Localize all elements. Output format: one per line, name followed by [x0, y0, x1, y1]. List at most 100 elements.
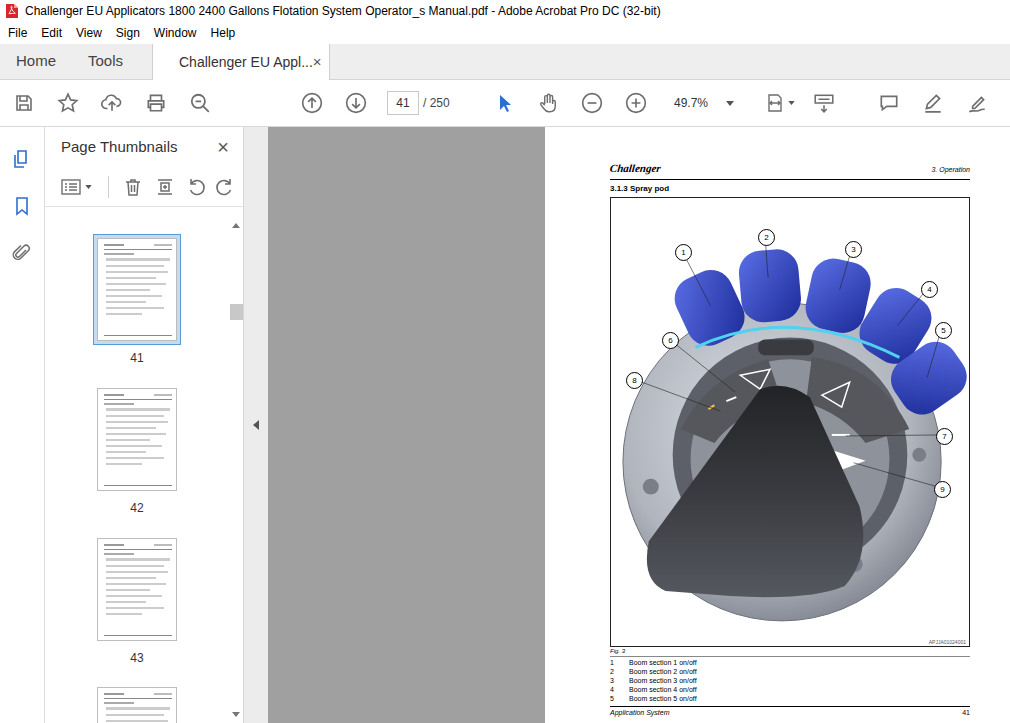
- legend-text: Boom section 5 on/off: [629, 694, 697, 703]
- legend-row: 4Boom section 4 on/off: [610, 685, 970, 694]
- panel-title: Page Thumbnails: [61, 136, 177, 159]
- zoom-value: 49.7%: [674, 94, 708, 112]
- scroll-thumb[interactable]: [230, 304, 243, 320]
- trash-icon[interactable]: [123, 177, 155, 197]
- zoom-dropdown[interactable]: 49.7%: [664, 94, 740, 112]
- dropdown-arrow-icon: [726, 101, 734, 106]
- menu-item[interactable]: File: [1, 22, 34, 44]
- panel-close-button[interactable]: ×: [217, 137, 229, 157]
- legend-row: 2Boom section 2 on/off: [610, 667, 970, 676]
- tab-close-button[interactable]: ×: [313, 51, 322, 74]
- insert-pages-icon[interactable]: [155, 177, 186, 197]
- star-icon[interactable]: [46, 92, 90, 114]
- legend-text: Boom section 4 on/off: [629, 685, 697, 694]
- sign-icon[interactable]: [955, 92, 999, 114]
- legend-text: Boom section 3 on/off: [629, 676, 697, 685]
- title-bar: Challenger EU Applicators 1800 2400 Gall…: [0, 0, 1010, 22]
- scroll-up-icon[interactable]: [232, 223, 240, 228]
- page-number: 41: [396, 94, 409, 112]
- tab-bar: Home Tools Challenger EU Appl... ×: [0, 44, 1010, 80]
- thumbnail-frame[interactable]: [93, 384, 181, 495]
- zoom-search-icon[interactable]: [178, 92, 222, 114]
- legend-row: 5Boom section 5 on/off: [610, 694, 970, 703]
- callout: 6: [662, 332, 679, 349]
- zoom-out-icon[interactable]: [570, 92, 614, 114]
- callout: 9: [934, 481, 951, 498]
- menu-item[interactable]: Sign: [109, 22, 147, 44]
- upload-icon[interactable]: [90, 92, 134, 114]
- menu-item[interactable]: View: [69, 22, 109, 44]
- page-thumbnails-icon[interactable]: [12, 149, 32, 169]
- options-icon[interactable]: [61, 178, 98, 196]
- thumbnails-panel: Page Thumbnails × 41 4243: [45, 127, 243, 723]
- save-icon[interactable]: [2, 93, 46, 113]
- scroll-mode-icon[interactable]: [802, 92, 846, 114]
- legend-number: 5: [610, 694, 629, 703]
- panel-splitter[interactable]: [243, 127, 268, 723]
- acrobat-icon: [5, 3, 19, 19]
- page-header: Challenger 3. Operation: [610, 151, 970, 180]
- bookmark-icon[interactable]: [12, 196, 32, 216]
- footer-title: Application System: [610, 708, 670, 717]
- menu-item[interactable]: Edit: [34, 22, 69, 44]
- figure-code: APJJA01024001: [929, 639, 966, 645]
- document-view[interactable]: Challenger 3. Operation 3.1.3 Spray pod: [268, 127, 1010, 723]
- legend: 1Boom section 1 on/off2Boom section 2 on…: [610, 657, 970, 703]
- home-tab[interactable]: Home: [0, 44, 74, 79]
- legend-number: 4: [610, 685, 629, 694]
- scroll-down-icon[interactable]: [232, 712, 240, 717]
- legend-number: 1: [610, 658, 629, 667]
- rotate-left-icon[interactable]: [186, 177, 215, 197]
- thumbnail-frame[interactable]: [93, 534, 181, 645]
- thumbnail-page: [97, 388, 177, 491]
- callout: 2: [758, 229, 775, 246]
- next-page-icon[interactable]: [334, 92, 378, 114]
- scrollbar[interactable]: [229, 207, 243, 723]
- collapse-arrow-icon[interactable]: [253, 420, 259, 430]
- page-total: / 250: [419, 94, 459, 112]
- footer-page-number: 41: [962, 708, 970, 717]
- thumbnail-page[interactable]: [97, 687, 177, 723]
- rotate-right-icon[interactable]: [215, 177, 243, 197]
- callout: 4: [921, 281, 938, 298]
- page-fit-icon[interactable]: [758, 93, 802, 113]
- pdf-page: Challenger 3. Operation 3.1.3 Spray pod: [545, 127, 1010, 723]
- callout: 5: [935, 322, 952, 339]
- menu-item[interactable]: Help: [204, 22, 243, 44]
- legend-text: Boom section 1 on/off: [629, 658, 697, 667]
- attachment-icon[interactable]: [12, 243, 32, 263]
- thumbnail-label: 41: [130, 349, 143, 367]
- page-number-field[interactable]: 41: [387, 91, 419, 115]
- thumbnail-frame[interactable]: [93, 234, 181, 345]
- select-pointer-icon[interactable]: [482, 93, 526, 113]
- thumbnail-item[interactable]: 42: [93, 384, 181, 534]
- panel-toolbar: [45, 167, 243, 207]
- thumbnail-page: [97, 238, 177, 341]
- tab-label: Challenger EU Appl...: [179, 52, 313, 73]
- hand-icon[interactable]: [526, 92, 570, 114]
- previous-page-icon[interactable]: [290, 92, 334, 114]
- menu-item[interactable]: Window: [147, 22, 204, 44]
- thumbnail-list: 41 4243: [45, 207, 229, 723]
- thumbnail-item[interactable]: 41: [93, 234, 181, 384]
- print-icon[interactable]: [134, 92, 178, 114]
- comment-icon[interactable]: [867, 92, 911, 114]
- spray-pod-drawing: [611, 198, 969, 646]
- tools-tab[interactable]: Tools: [74, 44, 152, 79]
- menu-bar: FileEditViewSignWindowHelp: [0, 22, 1010, 44]
- chapter-title: 3. Operation: [931, 166, 970, 174]
- legend-number: 2: [610, 667, 629, 676]
- figure-caption: Fig. 3: [610, 647, 970, 657]
- document-tab[interactable]: Challenger EU Appl... ×: [152, 44, 330, 80]
- highlight-pen-icon[interactable]: [911, 92, 955, 114]
- brand-logo: Challenger: [609, 162, 661, 174]
- thumbnail-item[interactable]: 43: [93, 534, 181, 684]
- tab-label: Tools: [88, 50, 123, 73]
- zoom-in-icon[interactable]: [614, 92, 658, 114]
- page-footer: Application System 41: [610, 706, 970, 717]
- window-title: Challenger EU Applicators 1800 2400 Gall…: [25, 2, 661, 20]
- legend-text: Boom section 2 on/off: [629, 667, 697, 676]
- navigation-rail: [0, 127, 45, 723]
- thumbnail-page: [97, 538, 177, 641]
- legend-row: 1Boom section 1 on/off: [610, 658, 970, 667]
